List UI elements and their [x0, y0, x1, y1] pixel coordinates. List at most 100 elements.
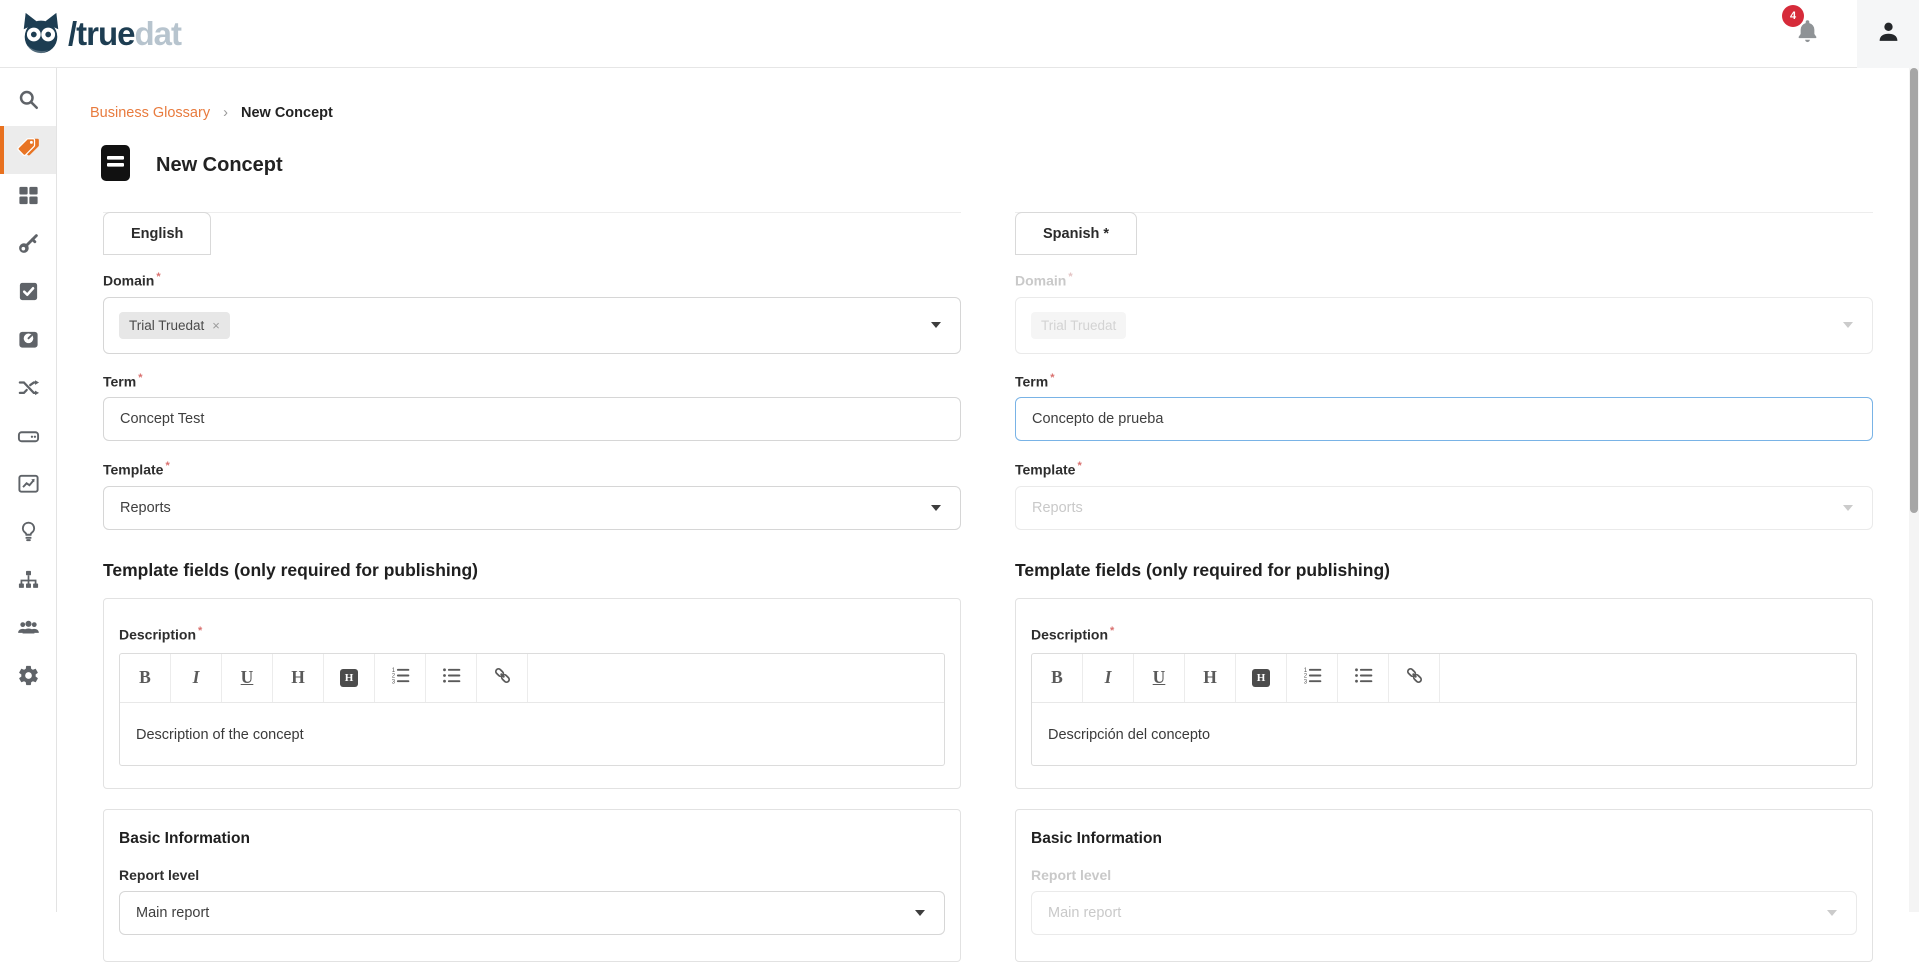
tags-icon — [17, 136, 40, 164]
breadcrumb-business-glossary[interactable]: Business Glossary — [90, 105, 210, 121]
truedat-logo[interactable]: /truedat — [18, 11, 181, 57]
unordered-list-button[interactable] — [426, 654, 477, 702]
italic-button[interactable]: I — [1083, 654, 1134, 702]
description-editor: B I U H H 123 Descripción del concepto — [1031, 653, 1857, 766]
sidebar-item-glossary[interactable] — [0, 126, 56, 174]
domain-multiselect[interactable]: Trial Truedat× — [103, 297, 961, 354]
book-icon — [97, 143, 134, 188]
link-button[interactable] — [1389, 654, 1440, 702]
svg-text:3: 3 — [1303, 678, 1307, 685]
description-content[interactable]: Description of the concept — [120, 703, 944, 765]
term-input[interactable] — [103, 397, 961, 441]
grid-icon — [17, 184, 40, 212]
basic-information-title: Basic Information — [1031, 830, 1857, 848]
page-title: New Concept — [156, 154, 283, 177]
description-label: Description* — [119, 625, 945, 643]
term-label: Term* — [103, 372, 961, 390]
basic-information-title: Basic Information — [119, 830, 945, 848]
sidebar-item-search[interactable] — [0, 78, 56, 126]
term-input-focused[interactable] — [1015, 397, 1873, 441]
sidebar-item-taxonomy[interactable] — [0, 558, 56, 606]
italic-button[interactable]: I — [171, 654, 222, 702]
notifications-button[interactable]: 4 — [1794, 18, 1821, 50]
underline-icon: U — [241, 667, 254, 688]
link-button[interactable] — [477, 654, 528, 702]
template-fields-heading: Template fields (only required for publi… — [103, 560, 961, 581]
editor-toolbar: B I U H H 123 — [120, 654, 944, 703]
underline-icon: U — [1153, 667, 1166, 688]
tab-spanish[interactable]: Spanish * — [1015, 212, 1137, 255]
report-level-label: Report level — [119, 867, 945, 883]
heading-block-button[interactable]: H — [1236, 654, 1287, 702]
sidebar-item-users[interactable] — [0, 606, 56, 654]
ordered-list-button[interactable]: 123 — [375, 654, 426, 702]
required-marker: * — [1050, 372, 1054, 384]
remove-tag-icon[interactable]: × — [212, 318, 220, 333]
unordered-list-button[interactable] — [1338, 654, 1389, 702]
users-icon — [17, 616, 40, 644]
required-marker: * — [1068, 271, 1072, 283]
description-editor: B I U H H 123 Description of the concept — [119, 653, 945, 766]
spanish-column: Spanish * Domain* Trial Truedat Term* Te… — [1015, 212, 1873, 962]
english-tabstrip: English — [103, 212, 961, 255]
description-content[interactable]: Descripción del concepto — [1032, 703, 1856, 765]
english-column: English Domain* Trial Truedat× Term* Tem… — [103, 212, 961, 962]
template-label: Template* — [1015, 460, 1873, 478]
report-level-select[interactable]: Main report — [119, 891, 945, 935]
sidebar-item-structures[interactable] — [0, 414, 56, 462]
italic-icon: I — [193, 667, 200, 688]
chevron-down-icon — [931, 322, 941, 328]
required-marker: * — [1077, 460, 1081, 472]
breadcrumb-separator: › — [223, 105, 228, 121]
description-card: Description* B I U H H 123 Descriptio — [103, 598, 961, 789]
breadcrumb-current: New Concept — [241, 105, 333, 121]
page-scrollbar — [1909, 68, 1919, 912]
logo-text: /truedat — [68, 17, 181, 50]
ordered-list-icon: 123 — [1302, 665, 1323, 691]
sidebar-item-dashboards[interactable] — [0, 462, 56, 510]
tab-english[interactable]: English — [103, 212, 211, 255]
basic-information-card: Basic Information Report level Main repo… — [103, 809, 961, 962]
heading-button[interactable]: H — [1185, 654, 1236, 702]
ordered-list-button[interactable]: 123 — [1287, 654, 1338, 702]
sidebar-item-lineage[interactable] — [0, 366, 56, 414]
required-marker: * — [165, 460, 169, 472]
chevron-down-icon — [1827, 910, 1837, 916]
sidebar-item-settings[interactable] — [0, 654, 56, 702]
heading-icon: H — [1203, 667, 1217, 688]
key-icon — [17, 232, 40, 260]
description-label: Description* — [1031, 625, 1857, 643]
bold-button[interactable]: B — [120, 654, 171, 702]
domain-tag: Trial Truedat — [1031, 312, 1126, 339]
underline-button[interactable]: U — [1134, 654, 1185, 702]
user-menu-button[interactable] — [1857, 0, 1919, 68]
heading-block-button[interactable]: H — [324, 654, 375, 702]
main-content: Business Glossary › New Concept New Conc… — [57, 68, 1919, 912]
heading-icon: H — [291, 667, 305, 688]
heading-button[interactable]: H — [273, 654, 324, 702]
template-select[interactable]: Reports — [103, 486, 961, 530]
owl-logo-icon — [18, 11, 64, 57]
template-label: Template* — [103, 460, 961, 478]
sidebar-item-quality[interactable] — [0, 318, 56, 366]
bold-icon: B — [139, 667, 151, 688]
bold-button[interactable]: B — [1032, 654, 1083, 702]
scrollbar-thumb[interactable] — [1910, 68, 1918, 513]
required-marker: * — [1110, 625, 1114, 637]
chevron-down-icon — [1843, 505, 1853, 511]
sidebar-item-insights[interactable] — [0, 510, 56, 558]
link-icon — [1404, 665, 1425, 691]
gauge-icon — [17, 328, 40, 356]
domain-label: Domain* — [103, 271, 961, 289]
underline-button[interactable]: U — [222, 654, 273, 702]
report-level-select-disabled: Main report — [1031, 891, 1857, 935]
heading-block-icon: H — [340, 669, 358, 687]
sidebar-item-rules[interactable] — [0, 270, 56, 318]
spanish-tabstrip: Spanish * — [1015, 212, 1873, 255]
domain-label: Domain* — [1015, 271, 1873, 289]
sidebar-item-modules[interactable] — [0, 174, 56, 222]
sidebar-item-permissions[interactable] — [0, 222, 56, 270]
report-level-label: Report level — [1031, 867, 1857, 883]
editor-toolbar: B I U H H 123 — [1032, 654, 1856, 703]
unordered-list-icon — [1353, 665, 1374, 691]
